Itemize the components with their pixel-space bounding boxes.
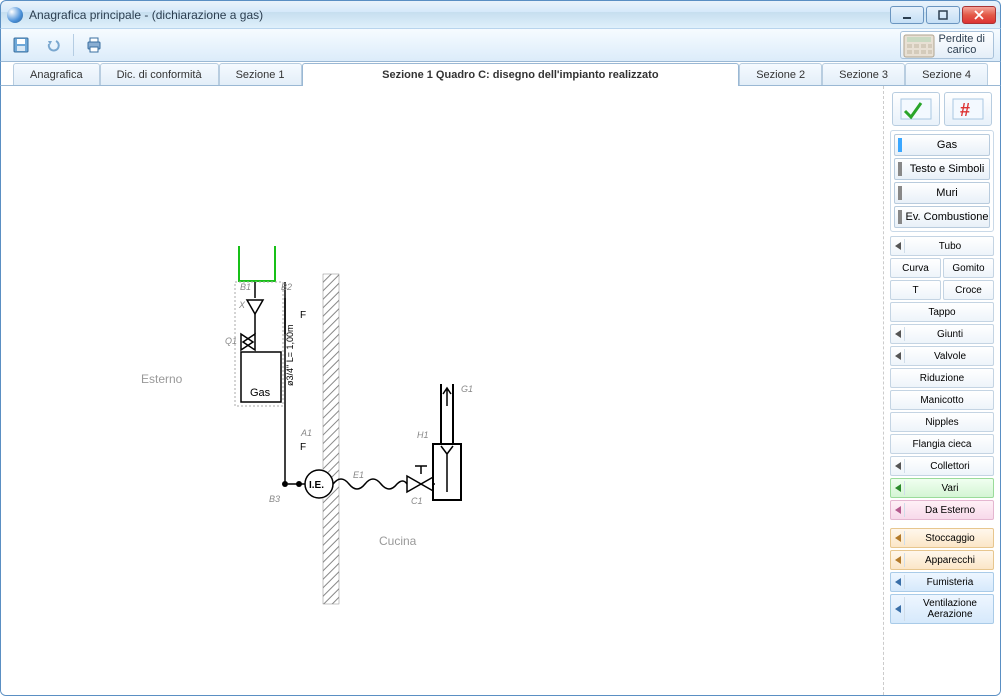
tab-dic-conformita[interactable]: Dic. di conformità: [100, 63, 219, 85]
perdite-label: Perdite di carico: [939, 34, 985, 56]
svg-text:G1: G1: [461, 384, 473, 394]
svg-text:F: F: [300, 442, 306, 453]
save-icon: [12, 36, 30, 54]
item-manicotto[interactable]: Manicotto: [890, 390, 994, 410]
print-icon: [85, 36, 103, 54]
drawing-canvas[interactable]: Esterno Cucina: [1, 86, 884, 695]
item-stoccaggio[interactable]: Stoccaggio: [890, 528, 994, 548]
category-muri[interactable]: Muri: [894, 182, 990, 204]
tab-sezione-1[interactable]: Sezione 1: [219, 63, 302, 85]
tab-sezione-3[interactable]: Sezione 3: [822, 63, 905, 85]
tabstrip: Anagrafica Dic. di conformità Sezione 1 …: [0, 62, 1001, 86]
calculator-icon: [903, 34, 935, 58]
close-button[interactable]: [962, 6, 996, 24]
item-fumisteria[interactable]: Fumisteria: [890, 572, 994, 592]
svg-text:B2: B2: [281, 282, 292, 292]
svg-text:B1: B1: [240, 282, 251, 292]
svg-text:Gas: Gas: [250, 387, 271, 399]
undo-button[interactable]: [39, 32, 67, 58]
diagram-check-icon: [899, 97, 933, 121]
svg-text:E1: E1: [353, 470, 364, 480]
tab-sezione-1-quadro-c[interactable]: Sezione 1 Quadro C: disegno dell'impiant…: [302, 63, 740, 86]
window-title: Anagrafica principale - (dichiarazione a…: [29, 8, 890, 22]
palette-categories: Gas Testo e Simboli Muri Ev. Combustione: [890, 130, 994, 232]
item-tappo[interactable]: Tappo: [890, 302, 994, 322]
app-icon: [7, 7, 23, 23]
svg-text:Q1: Q1: [225, 336, 237, 346]
item-croce[interactable]: Croce: [943, 280, 994, 300]
palette: # Gas Testo e Simboli Muri Ev. Combustio…: [884, 86, 1000, 695]
tab-sezione-2[interactable]: Sezione 2: [739, 63, 822, 85]
perdite-di-carico-button[interactable]: Perdite di carico: [900, 31, 994, 59]
palette-validate-button[interactable]: [892, 92, 940, 126]
tab-anagrafica[interactable]: Anagrafica: [13, 63, 100, 85]
toolbar: Perdite di carico: [0, 28, 1001, 62]
diagram-svg: B1 B2 X Q1 Gas F F A1 ø3/4" L= 1,00m B3 …: [1, 86, 761, 686]
svg-text:H1: H1: [417, 430, 429, 440]
main-area: Esterno Cucina: [0, 86, 1001, 696]
diagram-hash-icon: #: [951, 97, 985, 121]
tab-sezione-4[interactable]: Sezione 4: [905, 63, 988, 85]
svg-text:ø3/4" L= 1,00m: ø3/4" L= 1,00m: [285, 325, 295, 386]
item-giunti[interactable]: Giunti: [890, 324, 994, 344]
svg-text:B3: B3: [269, 494, 280, 504]
item-da-esterno[interactable]: Da Esterno: [890, 500, 994, 520]
item-flangia-cieca[interactable]: Flangia cieca: [890, 434, 994, 454]
category-gas[interactable]: Gas: [894, 134, 990, 156]
category-testo-simboli[interactable]: Testo e Simboli: [894, 158, 990, 180]
palette-number-button[interactable]: #: [944, 92, 992, 126]
item-valvole[interactable]: Valvole: [890, 346, 994, 366]
item-tubo[interactable]: Tubo: [890, 236, 994, 256]
item-collettori[interactable]: Collettori: [890, 456, 994, 476]
item-nipples[interactable]: Nipples: [890, 412, 994, 432]
svg-text:F: F: [300, 310, 306, 321]
palette-items: Tubo Curva Gomito T Croce Tappo Giunti V…: [890, 236, 994, 624]
titlebar: Anagrafica principale - (dichiarazione a…: [0, 0, 1001, 28]
category-ev-combustione[interactable]: Ev. Combustione: [894, 206, 990, 228]
save-button[interactable]: [7, 32, 35, 58]
item-apparecchi[interactable]: Apparecchi: [890, 550, 994, 570]
svg-text:A1: A1: [300, 428, 312, 438]
svg-text:C1: C1: [411, 496, 423, 506]
item-ventilazione-aerazione[interactable]: Ventilazione Aerazione: [890, 594, 994, 624]
toolbar-separator: [73, 34, 74, 56]
item-curva[interactable]: Curva: [890, 258, 941, 278]
item-gomito[interactable]: Gomito: [943, 258, 994, 278]
svg-text:X: X: [238, 300, 246, 310]
maximize-button[interactable]: [926, 6, 960, 24]
print-button[interactable]: [80, 32, 108, 58]
item-vari[interactable]: Vari: [890, 478, 994, 498]
minimize-button[interactable]: [890, 6, 924, 24]
svg-text:I.E.: I.E.: [309, 480, 324, 491]
window-controls: [890, 6, 996, 24]
item-riduzione[interactable]: Riduzione: [890, 368, 994, 388]
item-t[interactable]: T: [890, 280, 941, 300]
undo-icon: [44, 36, 62, 54]
svg-text:#: #: [960, 100, 970, 120]
